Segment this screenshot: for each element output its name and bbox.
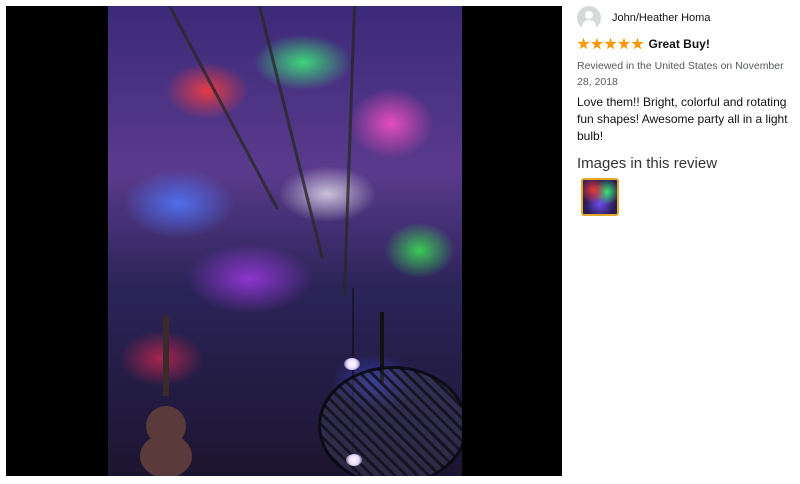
images-heading: Images in this review: [577, 155, 718, 172]
user-avatar-icon: [577, 6, 601, 30]
star-icon: [617, 37, 631, 50]
streamer-decoration: [168, 6, 279, 210]
review-date: Reviewed in the United States on Novembe…: [577, 60, 784, 88]
star-icon: [631, 37, 644, 50]
light-bulb: [346, 454, 362, 466]
review-headline: Great Buy!: [648, 37, 710, 51]
hanging-chair: [318, 366, 462, 476]
streamer-decoration: [258, 6, 324, 259]
star-rating: [577, 37, 645, 51]
image-viewer: [6, 6, 562, 476]
review-image-thumbnail[interactable]: [581, 178, 619, 216]
review-panel: John/Heather Homa Great Buy! Reviewed in…: [577, 6, 800, 216]
star-icon: [577, 37, 590, 50]
streamer-decoration: [342, 6, 356, 296]
rating-row: Great Buy!: [577, 36, 800, 52]
light-bulb: [344, 358, 360, 370]
star-icon: [604, 37, 617, 50]
review-photo-party-lights: [108, 6, 462, 476]
author-name[interactable]: John/Heather Homa: [612, 12, 710, 24]
guitar-shape: [140, 316, 192, 476]
review-body: Love them!! Bright, colorful and rotatin…: [577, 95, 788, 143]
author-row: John/Heather Homa: [577, 6, 800, 30]
star-icon: [590, 37, 604, 50]
